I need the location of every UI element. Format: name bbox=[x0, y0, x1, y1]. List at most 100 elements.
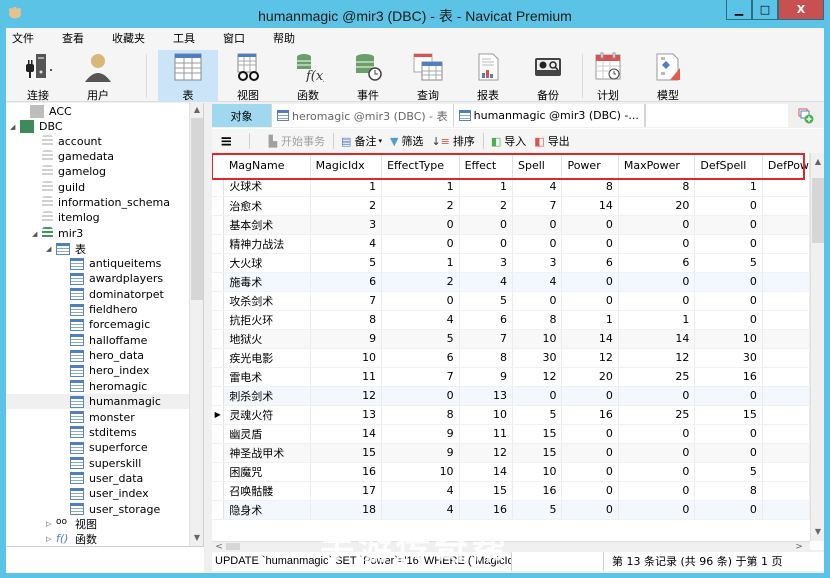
row-selector[interactable] bbox=[212, 196, 225, 216]
table-cell[interactable]: 8 bbox=[512, 310, 563, 330]
table-cell[interactable]: 4 bbox=[512, 272, 563, 292]
table-cell[interactable]: 0 bbox=[561, 291, 619, 311]
table-cell[interactable]: 2 bbox=[310, 196, 383, 216]
table-cell[interactable] bbox=[762, 272, 810, 292]
table-cell[interactable]: 12 bbox=[618, 348, 696, 368]
table-cell[interactable]: 0 bbox=[618, 272, 696, 292]
scrollbar-thumb[interactable] bbox=[191, 118, 203, 300]
table-cell[interactable]: 1 bbox=[381, 253, 460, 273]
tree-table-item[interactable]: heromagic bbox=[70, 379, 147, 394]
table-cell[interactable] bbox=[762, 215, 810, 235]
tree-table-item[interactable]: stditems bbox=[70, 425, 137, 440]
table-cell[interactable]: 8 bbox=[381, 405, 460, 425]
table-cell[interactable] bbox=[762, 367, 810, 387]
table-cell[interactable]: 14 bbox=[618, 329, 696, 349]
scroll-up-icon[interactable]: ▲ bbox=[190, 105, 204, 114]
row-selector[interactable] bbox=[212, 424, 225, 444]
table-cell[interactable]: 6 bbox=[459, 310, 514, 330]
table-cell[interactable]: 0 bbox=[459, 234, 514, 254]
table-cell[interactable]: 0 bbox=[618, 386, 696, 406]
tree-database[interactable]: gamelog bbox=[42, 164, 106, 179]
column-header[interactable]: Power bbox=[561, 153, 619, 177]
table-cell[interactable]: 抗拒火环 bbox=[223, 310, 311, 330]
table-cell[interactable]: 召唤骷髅 bbox=[223, 481, 311, 501]
table-cell[interactable]: 18 bbox=[310, 500, 383, 520]
tree-table-item[interactable]: hero_data bbox=[70, 348, 144, 363]
table-row[interactable]: 幽灵盾 14 9 11 15 0 0 0 bbox=[212, 424, 810, 444]
table-cell[interactable]: 0 bbox=[561, 215, 619, 235]
row-selector[interactable] bbox=[212, 386, 225, 406]
table-cell[interactable]: 0 bbox=[694, 291, 763, 311]
table-cell[interactable]: 0 bbox=[561, 500, 619, 520]
column-header[interactable]: Effect bbox=[459, 153, 514, 177]
table-cell[interactable]: 0 bbox=[618, 291, 696, 311]
row-selector[interactable] bbox=[212, 329, 225, 349]
table-cell[interactable]: 16 bbox=[459, 500, 514, 520]
tree-table-item[interactable]: user_index bbox=[70, 486, 149, 501]
import-button[interactable]: ◧ 导入 bbox=[491, 133, 526, 149]
table-row[interactable]: 神圣战甲术 15 9 12 15 0 0 0 bbox=[212, 443, 810, 463]
tree-table-item[interactable]: user_data bbox=[70, 471, 143, 486]
tree-table-item[interactable]: awardplayers bbox=[70, 271, 163, 286]
table-cell[interactable]: 3 bbox=[310, 215, 383, 235]
row-selector[interactable] bbox=[212, 177, 225, 197]
column-header[interactable]: DefPow bbox=[762, 153, 810, 177]
table-row[interactable]: 疾光电影 10 6 8 30 12 12 30 bbox=[212, 348, 810, 368]
new-tab-button[interactable] bbox=[788, 104, 824, 127]
tree-views-group[interactable]: ▷ oo 视图 bbox=[46, 516, 97, 531]
menu-window[interactable]: 窗口 bbox=[217, 30, 245, 46]
table-cell[interactable]: 0 bbox=[694, 272, 763, 292]
table-cell[interactable]: 14 bbox=[459, 462, 514, 482]
table-cell[interactable]: 7 bbox=[310, 291, 383, 311]
table-cell[interactable]: 6 bbox=[618, 253, 696, 273]
row-selector[interactable] bbox=[212, 215, 225, 235]
table-cell[interactable]: 5 bbox=[512, 500, 563, 520]
table-cell[interactable]: 0 bbox=[381, 234, 460, 254]
row-selector[interactable] bbox=[212, 367, 225, 387]
tab-humanmagic[interactable]: humanmagic @mir3 (DBC) -... bbox=[453, 104, 645, 127]
table-cell[interactable]: 0 bbox=[694, 215, 763, 235]
toolbar-table-button[interactable]: 表 bbox=[158, 50, 218, 102]
table-cell[interactable]: 8 bbox=[694, 481, 763, 501]
table-cell[interactable] bbox=[762, 405, 810, 425]
scroll-up-icon[interactable]: ▲ bbox=[811, 157, 825, 166]
table-cell[interactable]: 0 bbox=[694, 386, 763, 406]
row-selector[interactable] bbox=[212, 310, 225, 330]
table-cell[interactable]: 17 bbox=[310, 481, 383, 501]
table-cell[interactable]: 基本剑术 bbox=[223, 215, 311, 235]
column-header[interactable]: DefSpell bbox=[694, 153, 763, 177]
table-cell[interactable] bbox=[762, 177, 810, 197]
table-cell[interactable]: 20 bbox=[618, 196, 696, 216]
data-grid[interactable]: MagName MagicIdx EffectType Effect Spell Powe… bbox=[212, 153, 810, 541]
table-cell[interactable] bbox=[762, 291, 810, 311]
table-cell[interactable]: 0 bbox=[618, 462, 696, 482]
table-cell[interactable]: 5 bbox=[310, 253, 383, 273]
scrollbar-thumb[interactable] bbox=[812, 178, 824, 243]
table-cell[interactable]: 0 bbox=[694, 443, 763, 463]
row-selector[interactable] bbox=[212, 234, 225, 254]
table-cell[interactable]: 2 bbox=[381, 272, 460, 292]
row-selector[interactable] bbox=[212, 253, 225, 273]
table-row[interactable]: 地狱火 9 5 7 10 14 14 10 bbox=[212, 329, 810, 349]
menu-tools[interactable]: 工具 bbox=[167, 30, 195, 46]
table-row[interactable]: 隐身术 18 4 16 5 0 0 0 bbox=[212, 500, 810, 520]
table-cell[interactable]: 10 bbox=[310, 348, 383, 368]
tree-table-item[interactable]: superskill bbox=[70, 456, 141, 471]
close-button[interactable]: X bbox=[778, 0, 824, 20]
tree-database[interactable]: itemlog bbox=[42, 210, 100, 225]
table-cell[interactable]: 灵魂火符 bbox=[223, 405, 311, 425]
table-cell[interactable] bbox=[762, 196, 810, 216]
table-cell[interactable]: 15 bbox=[694, 405, 763, 425]
grid-vertical-scrollbar[interactable]: ▲ ▼ bbox=[810, 153, 824, 541]
table-cell[interactable]: 精神力战法 bbox=[223, 234, 311, 254]
tab-heromagic[interactable]: heromagic @mir3 (DBC) - 表 bbox=[272, 104, 454, 127]
tree-table-item[interactable]: user_storage bbox=[70, 502, 160, 517]
tree-table-item[interactable]: antiqueitems bbox=[70, 256, 161, 271]
tree-connection-dbc[interactable]: ◢ DBC bbox=[10, 119, 63, 134]
toolbar-user-button[interactable]: 用户 bbox=[68, 50, 128, 102]
toolbar-connection-button[interactable]: 连接 bbox=[8, 50, 68, 102]
table-cell[interactable]: 0 bbox=[618, 500, 696, 520]
table-cell[interactable]: 15 bbox=[512, 443, 563, 463]
table-cell[interactable]: 0 bbox=[618, 234, 696, 254]
table-cell[interactable]: 10 bbox=[459, 405, 514, 425]
